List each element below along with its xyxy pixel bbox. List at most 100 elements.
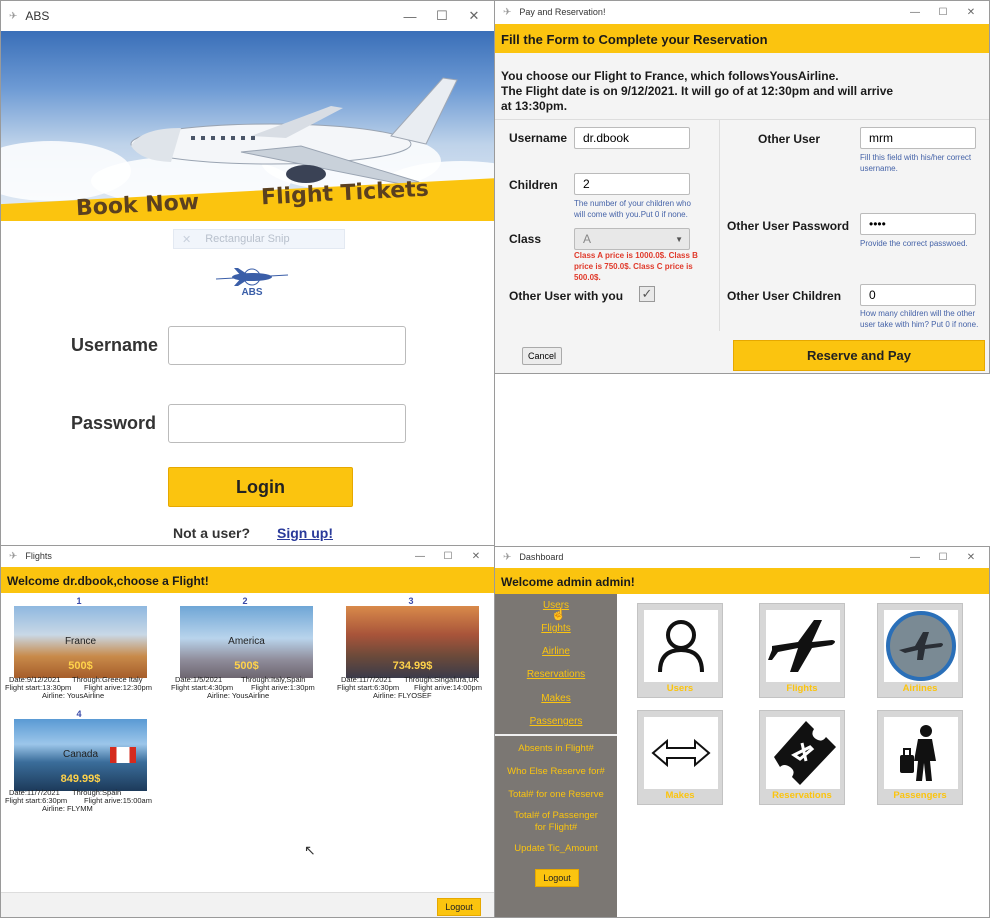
app-plane-icon: ✈ [503, 6, 512, 18]
mouse-cursor-icon: ☝ [551, 607, 566, 621]
username-input[interactable] [168, 326, 406, 365]
logo-plane-icon [215, 268, 289, 286]
flights-titlebar: ✈ Flights — ☐ ✕ [1, 546, 494, 566]
app-plane-icon: ✈ [9, 10, 18, 22]
password-label: Password [71, 413, 157, 433]
other-pwd-help: Provide the correct passwoed. [860, 239, 968, 248]
tile-flights[interactable]: Flights [759, 603, 845, 698]
dashboard-titlebar: ✈ Dashboard — ☐ ✕ [495, 547, 989, 567]
username-field[interactable]: dr.dbook [574, 127, 690, 149]
sidebar-link-reservations[interactable]: Reservations [495, 669, 617, 680]
query-total-passenger-line2[interactable]: for Flight# [495, 822, 617, 834]
query-update-tic[interactable]: Update Tic_Amount [495, 843, 617, 855]
flights-header: Welcome dr.dbook,choose a Flight! [1, 567, 494, 593]
reserve-header: Fill the Form to Complete your Reservati… [495, 24, 989, 53]
other-user-with-label: Other User with you [509, 289, 624, 303]
query-total-passenger[interactable]: Total# of Passenger [495, 810, 617, 822]
mouse-cursor-icon: ↖ [304, 842, 316, 858]
dashboard-logout-button[interactable]: Logout [535, 869, 579, 887]
flight-arrive: Flight arive:15:00am [84, 796, 152, 805]
signup-link[interactable]: Sign up! [277, 525, 333, 541]
reservation-window: ✈ Pay and Reservation! — ☐ ✕ Fill the Fo… [494, 0, 990, 374]
hero-banner-image: Book Now Flight Tickets [1, 31, 494, 221]
ticket-icon [774, 721, 836, 785]
flight-airline: Airline: FLYOSEF [373, 691, 432, 700]
tile-makes[interactable]: Makes [637, 710, 723, 805]
login-button[interactable]: Login [168, 467, 353, 507]
app-plane-icon: ✈ [9, 550, 18, 562]
close-icon[interactable]: ✕ [458, 8, 490, 24]
query-total-reserve[interactable]: Total# for one Reserve [495, 789, 617, 801]
query-who-else[interactable]: Who Else Reserve for# [495, 766, 617, 778]
other-children-help: How many children will the other user ta… [860, 309, 979, 329]
other-children-label: Other User Children [727, 289, 842, 303]
username-label: Username [71, 335, 159, 355]
dashboard-window: ✈ Dashboard — ☐ ✕ Welcome admin admin! U… [494, 546, 990, 918]
minimize-icon[interactable]: — [901, 7, 929, 18]
flights-window: ✈ Flights — ☐ ✕ Welcome dr.dbook,choose … [0, 545, 495, 918]
children-help: The number of your children who will com… [574, 199, 691, 219]
children-label: Children [509, 178, 558, 192]
info-line-3: at 13:30pm. [501, 99, 568, 113]
user-icon [658, 620, 704, 673]
abs-logo: ABS [214, 265, 290, 301]
other-children-field[interactable]: 0 [860, 284, 976, 306]
sidebar-link-flights[interactable]: Flights [495, 623, 617, 634]
close-icon[interactable]: ✕ [462, 551, 490, 562]
other-user-label: Other User [758, 132, 821, 146]
other-user-with-checkbox[interactable]: ✓ [639, 286, 655, 302]
minimize-icon[interactable]: — [394, 9, 426, 24]
france-image: France 500$ [14, 606, 147, 678]
class-select[interactable]: A ▼ [574, 228, 690, 250]
info-line-2: The Flight date is on 9/12/2021. It will… [501, 84, 894, 98]
maximize-icon[interactable]: ☐ [929, 552, 957, 563]
tile-airlines[interactable]: Airlines [877, 603, 963, 698]
double-arrow-icon [651, 738, 711, 768]
flight-airline: Airline: YousAirline [42, 691, 105, 700]
dashboard-sidebar: Users Flights Airline Reservations Makes… [495, 594, 617, 917]
close-icon[interactable]: ✕ [957, 552, 985, 563]
reserve-titlebar: ✈ Pay and Reservation! — ☐ ✕ [495, 1, 989, 23]
close-icon[interactable]: ✕ [957, 7, 985, 18]
app-plane-icon: ✈ [503, 551, 512, 563]
form-divider-h [495, 119, 989, 120]
children-field[interactable]: 2 [574, 173, 690, 195]
login-window: ✈ ABS — ☐ ✕ Book Now Flight Tickets ✕ Rec… [0, 0, 495, 546]
username-label: Username [509, 131, 568, 145]
dashboard-window-title: Dashboard [519, 552, 564, 562]
other-pwd-label: Other User Password [727, 219, 850, 233]
plane-icon [768, 620, 835, 672]
logout-button[interactable]: Logout [437, 898, 481, 916]
canada-flag [110, 747, 136, 763]
flight-airline: Airline: FLYMM [42, 804, 93, 813]
maximize-icon[interactable]: ☐ [434, 551, 462, 562]
password-input[interactable] [168, 404, 406, 443]
tile-users[interactable]: Users [637, 603, 723, 698]
tile-passengers[interactable]: Passengers [877, 710, 963, 805]
flight-airline: Airline: YousAirline [207, 691, 270, 700]
form-divider-v [719, 119, 720, 331]
minimize-icon[interactable]: — [406, 551, 434, 562]
minimize-icon[interactable]: — [901, 552, 929, 563]
query-absents[interactable]: Absents in Flight# [495, 743, 617, 755]
login-titlebar: ✈ ABS — ☐ ✕ [1, 1, 494, 31]
sidebar-link-makes[interactable]: Makes [495, 693, 617, 704]
other-pwd-field[interactable]: •••• [860, 213, 976, 235]
tile-reservations[interactable]: Reservations [759, 710, 845, 805]
cancel-button[interactable]: Cancel [522, 347, 562, 365]
not-user-text: Not a user? [173, 525, 251, 541]
other-user-field[interactable]: mrm [860, 127, 976, 149]
dashboard-header: Welcome admin admin! [495, 568, 989, 594]
maximize-icon[interactable]: ☐ [929, 7, 957, 18]
sidebar-link-airline[interactable]: Airline [495, 646, 617, 657]
class-price-help: Class A price is 1000.0$. Class B price … [574, 251, 698, 282]
sidebar-link-passengers[interactable]: Passengers [495, 716, 617, 727]
info-line-1: You choose our Flight to France, which f… [501, 69, 839, 83]
rectangular-snip-overlay: ✕ Rectangular Snip [173, 229, 345, 249]
reserve-and-pay-button[interactable]: Reserve and Pay [733, 340, 985, 371]
america-image: America 500$ [180, 606, 313, 678]
canada-image: Canada 849.99$ [14, 719, 147, 791]
flights-footer [1, 892, 494, 917]
maximize-icon[interactable]: ☐ [426, 8, 458, 24]
airline-icon [886, 611, 956, 681]
